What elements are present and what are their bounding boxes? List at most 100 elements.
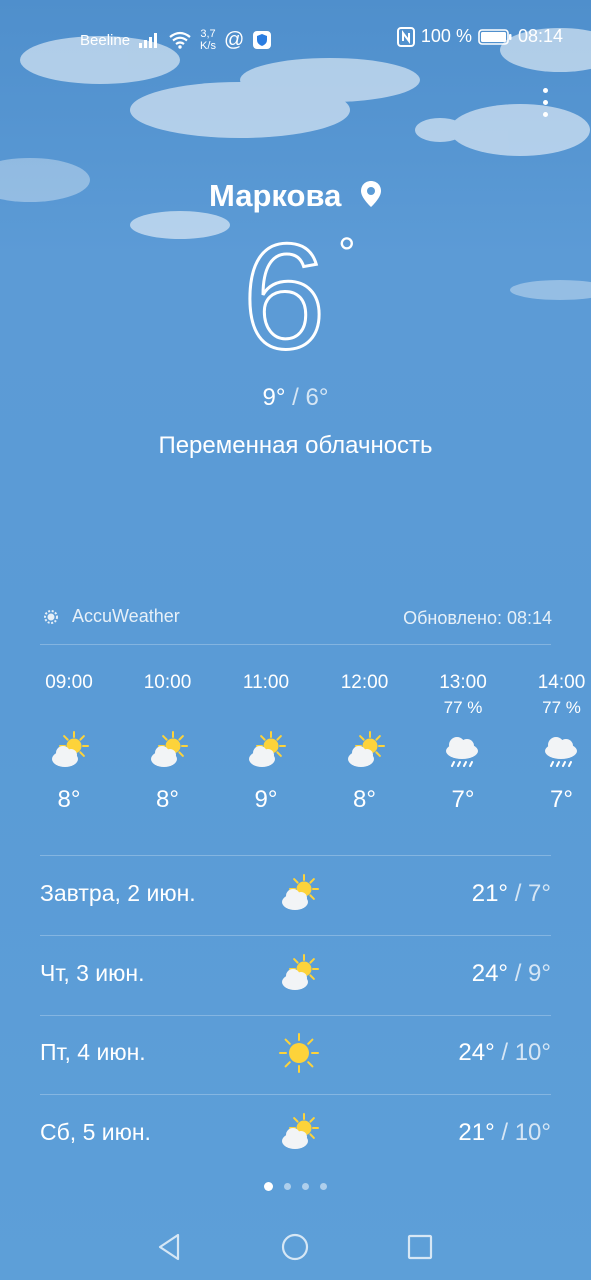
hour-icon xyxy=(119,724,217,778)
page-dot[interactable] xyxy=(320,1183,327,1190)
battery-icon xyxy=(478,28,512,45)
hourly-forecast[interactable]: 09:00 8° 10:00 8° 11:00 9° 12:00 8° 13:00 77 % 7° 1… xyxy=(20,672,591,832)
day-high: 24° xyxy=(458,1039,495,1066)
hourly-item[interactable]: 11:00 9° xyxy=(217,672,315,814)
page-dot[interactable] xyxy=(264,1182,273,1191)
hour-time: 10:00 xyxy=(143,672,192,693)
temperature-value: 6 xyxy=(242,230,325,360)
day-label: Пт, 4 июн. xyxy=(40,1039,146,1065)
day-high: 24° xyxy=(471,959,509,987)
daily-row[interactable]: Пт, 4 июн. 24° / 10° xyxy=(40,1015,551,1094)
carrier-label: Beeline xyxy=(80,31,131,49)
shield-icon xyxy=(253,31,272,49)
current-temperature: 6 ° xyxy=(0,211,591,382)
hour-precip: 77 % xyxy=(542,698,581,717)
wifi-icon xyxy=(169,31,191,49)
hour-temp: 9° xyxy=(254,786,278,813)
partly-cloudy-icon xyxy=(282,1112,319,1149)
partly-cloudy-icon xyxy=(282,953,319,990)
page-dot[interactable] xyxy=(302,1183,309,1190)
day-low: 9° xyxy=(528,959,551,987)
rain-cloud-icon xyxy=(446,737,478,767)
hourly-item[interactable]: 10:00 8° xyxy=(119,672,217,814)
status-left: Beeline 3,7 K/s @ xyxy=(80,28,272,52)
speed-value: 3,7 xyxy=(200,28,216,40)
battery-percent: 100 % xyxy=(420,26,472,46)
day-low: 10° xyxy=(514,1039,551,1066)
partly-cloudy-icon xyxy=(249,731,286,767)
speed-unit: K/s xyxy=(200,40,216,52)
day-icon xyxy=(276,1033,322,1073)
hourly-item[interactable]: 13:00 77 % 7° xyxy=(414,672,512,814)
day-temps: 24° / 9° xyxy=(472,960,551,988)
recents-icon[interactable] xyxy=(403,1230,437,1264)
day-label: Чт, 3 июн. xyxy=(40,959,145,986)
day-high: 21° xyxy=(458,1118,495,1146)
hour-temp: 7° xyxy=(550,786,573,813)
status-bar: Beeline 3,7 K/s @ 100 % 08:14 xyxy=(0,20,591,56)
day-sep: / xyxy=(508,880,529,907)
accuweather-sun-icon xyxy=(44,609,58,624)
day-temps: 21° / 7° xyxy=(472,880,551,908)
hour-icon xyxy=(217,724,315,778)
daily-row[interactable]: Сб, 5 июн. 21° / 10° xyxy=(40,1095,551,1174)
partly-cloudy-icon xyxy=(282,874,319,910)
at-icon: @ xyxy=(223,28,245,51)
degree-symbol: ° xyxy=(338,230,356,278)
daily-row[interactable]: Чт, 3 июн. 24° / 9° xyxy=(40,936,551,1015)
day-icon xyxy=(276,1112,322,1153)
hour-precip xyxy=(316,698,414,724)
hour-precip: 77 % xyxy=(443,698,483,717)
hour-precip xyxy=(119,698,217,724)
partly-cloudy-icon xyxy=(347,731,385,767)
day-temps: 21° / 10° xyxy=(458,1119,551,1147)
day-sep: / xyxy=(508,959,529,987)
day-temps: 24° / 10° xyxy=(458,1039,551,1067)
daily-row[interactable]: Завтра, 2 июн. 21° / 7° xyxy=(40,856,551,935)
hour-time: 09:00 xyxy=(45,672,93,693)
hour-temp: 7° xyxy=(451,786,475,813)
hour-time: 14:00 xyxy=(537,672,586,693)
hour-precip xyxy=(20,698,118,724)
home-icon[interactable] xyxy=(278,1230,312,1264)
hour-icon xyxy=(513,724,591,778)
status-right: 100 % 08:14 xyxy=(396,26,563,47)
day-high: 21° xyxy=(471,880,509,907)
city-header[interactable]: Маркова xyxy=(0,178,591,214)
location-pin-icon xyxy=(360,181,381,207)
provider-source[interactable]: AccuWeather xyxy=(42,606,180,627)
hourly-item[interactable]: 09:00 8° xyxy=(20,672,118,814)
network-speed: 3,7 K/s xyxy=(200,28,216,52)
hour-temp: 8° xyxy=(57,786,81,813)
day-low: 7° xyxy=(528,880,551,907)
day-sep: / xyxy=(494,1039,515,1066)
day-label: Сб, 5 июн. xyxy=(40,1118,151,1145)
hour-time: 12:00 xyxy=(340,672,389,693)
hour-temp: 8° xyxy=(353,786,376,813)
rain-cloud-icon xyxy=(544,737,577,767)
day-icon xyxy=(276,953,322,994)
day-label: Завтра, 2 июн. xyxy=(40,880,196,906)
provider-row[interactable]: AccuWeather Обновлено: 08:14 xyxy=(42,604,552,632)
day-low: 10° xyxy=(514,1118,551,1146)
city-name: Маркова xyxy=(209,178,342,213)
sun-icon xyxy=(279,1033,319,1073)
weather-condition: Переменная облачность xyxy=(158,432,433,459)
overflow-menu-icon[interactable] xyxy=(541,88,549,124)
partly-cloudy-icon xyxy=(150,731,188,767)
current-temperature-digits: 6 ° xyxy=(240,211,356,382)
clock: 08:14 xyxy=(517,26,563,46)
back-icon[interactable] xyxy=(152,1230,186,1264)
hour-time: 13:00 xyxy=(439,672,487,693)
hour-precip xyxy=(217,698,315,724)
page-dot[interactable] xyxy=(284,1183,291,1190)
page-indicator[interactable] xyxy=(0,1182,591,1191)
hour-time: 11:00 xyxy=(242,672,290,693)
temp-separator: / xyxy=(292,384,299,411)
signal-icon xyxy=(139,33,158,48)
nfc-icon xyxy=(396,26,415,47)
day-sep: / xyxy=(494,1118,515,1146)
hour-temp: 8° xyxy=(156,786,179,813)
hourly-item[interactable]: 14:00 77 % 7° xyxy=(513,672,591,814)
hourly-item[interactable]: 12:00 8° xyxy=(316,672,414,814)
